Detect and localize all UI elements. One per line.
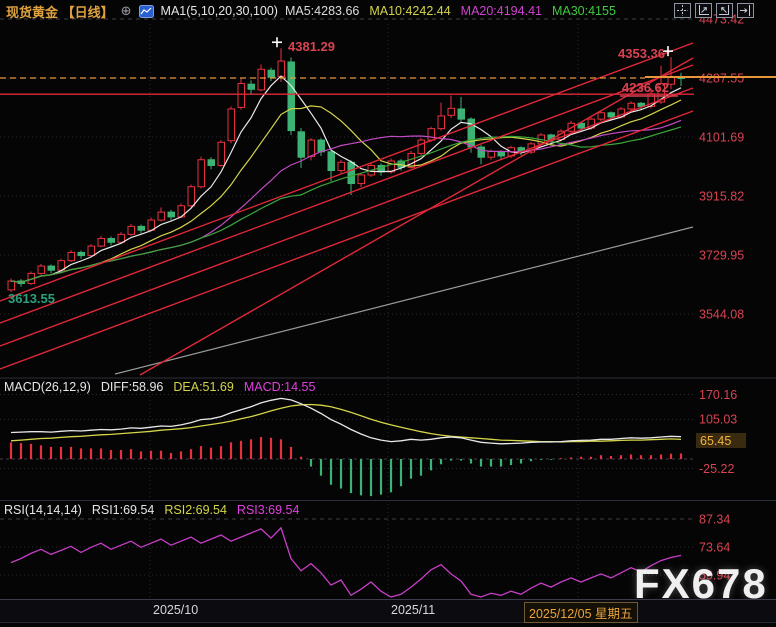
candle-body xyxy=(228,109,235,141)
indicator-value-label: RSI2:69.54 xyxy=(164,503,227,517)
trendline xyxy=(140,58,693,375)
indicator-value-label: RSI1:69.54 xyxy=(92,503,155,517)
candle-body xyxy=(278,61,285,77)
time-axis-current-date: 2025/12/05 星期五 xyxy=(524,602,638,623)
candle-body xyxy=(118,234,125,242)
price-annotation: 4236.62 xyxy=(622,80,669,95)
price-axis-tick: 4287.55 xyxy=(699,72,744,86)
mini-chart-icon xyxy=(139,5,154,18)
candle-body xyxy=(288,62,295,131)
indicator-value-label: MACD:14.55 xyxy=(244,380,316,394)
candle-body xyxy=(498,151,505,155)
instrument-title: 现货黄金 【日线】 xyxy=(6,2,114,21)
candle-body xyxy=(168,212,175,217)
diff-line xyxy=(11,398,681,443)
price-annotation: 4353.36 xyxy=(618,46,665,61)
time-axis-label: 2025/11 xyxy=(391,603,435,617)
candle-body xyxy=(628,103,635,109)
chart-canvas[interactable]: 4473.424287.554101.693915.823729.953544.… xyxy=(0,0,776,627)
candle-body xyxy=(418,140,425,153)
ma-value-label: MA10:4242.44 xyxy=(369,4,450,18)
price-axis-tick: 3915.82 xyxy=(699,189,744,203)
candle-body xyxy=(78,252,85,255)
candle-body xyxy=(38,266,45,273)
rsi-axis-tick: 87.34 xyxy=(699,513,730,527)
candle-body xyxy=(158,212,165,220)
ma-values-legend: MA5:4283.66 MA10:4242.44 MA20:4194.41 MA30:… xyxy=(285,4,626,18)
candle-body xyxy=(208,160,215,166)
chart-app: 现货黄金 【日线】 ⊕ MA1(5,10,20,30,100) MA5:4283… xyxy=(0,0,776,627)
price-axis-tick: 3729.95 xyxy=(699,248,744,262)
rsi-params-label: RSI(14,14,14) xyxy=(4,503,82,517)
price-axis-tick: 4101.69 xyxy=(699,130,744,144)
macd-params-label: MACD(26,12,9) xyxy=(4,380,91,394)
ma-value-label: MA30:4155 xyxy=(552,4,616,18)
ma-value-label: MA5:4283.66 xyxy=(285,4,359,18)
candle-body xyxy=(488,151,495,157)
macd-values: DIFF:58.96 DEA:51.69 MACD:14.55 xyxy=(101,380,326,394)
macd-current-value: 65.45 xyxy=(700,434,731,448)
macd-axis-tick: 105.03 xyxy=(699,413,737,427)
time-axis: 2025/10 2025/11 2025/12/05 星期五 xyxy=(0,599,776,623)
candle-body xyxy=(338,162,345,170)
candle-body xyxy=(268,70,275,77)
candle-body xyxy=(198,160,205,187)
price-annotation: 4381.29 xyxy=(288,39,335,54)
candle-body xyxy=(438,116,445,129)
rsi-values: RSI1:69.54 RSI2:69.54 RSI3:69.54 xyxy=(92,503,310,517)
candle-body xyxy=(448,108,455,115)
candle-body xyxy=(608,113,615,117)
candle-body xyxy=(218,142,225,165)
candle-body xyxy=(428,129,435,140)
candle-body xyxy=(348,162,355,183)
trendline xyxy=(0,43,693,301)
candle-body xyxy=(138,226,145,230)
macd-legend-row: MACD(26,12,9) DIFF:58.96 DEA:51.69 MACD:14.… xyxy=(4,380,335,394)
chart-header: 现货黄金 【日线】 ⊕ MA1(5,10,20,30,100) MA5:4283… xyxy=(0,0,776,22)
indicator-value-label: RSI3:69.54 xyxy=(237,503,300,517)
candle-body xyxy=(458,109,465,119)
price-annotation: 3613.55 xyxy=(8,291,55,306)
candle-body xyxy=(238,84,245,108)
ma100-line xyxy=(115,227,693,374)
candle-body xyxy=(358,175,365,184)
macd-axis-tick: 170.16 xyxy=(699,388,737,402)
candle-body xyxy=(298,132,305,157)
axis-zoom-right-icon[interactable] xyxy=(716,3,733,18)
candle-body xyxy=(88,246,95,256)
candle-body xyxy=(8,281,15,290)
candle-body xyxy=(108,238,115,242)
ma-overlay-label: MA1(5,10,20,30,100) xyxy=(161,4,278,18)
indicator-value-label: DEA:51.69 xyxy=(173,380,233,394)
ma-value-label: MA20:4194.41 xyxy=(461,4,542,18)
candle-body xyxy=(318,140,325,152)
trendline xyxy=(0,65,693,323)
rsi-line xyxy=(11,528,681,597)
candle-body xyxy=(308,140,315,157)
candle-body xyxy=(598,113,605,119)
collapse-panel-icon[interactable] xyxy=(737,3,754,18)
rsi-axis-tick: 73.64 xyxy=(699,541,730,555)
candle-body xyxy=(48,266,55,270)
chart-toolbar xyxy=(674,3,754,18)
candle-body xyxy=(248,84,255,89)
candle-body xyxy=(128,226,135,234)
price-axis-tick: 3544.08 xyxy=(699,307,744,321)
candle-body xyxy=(258,69,265,90)
indicator-value-label: DIFF:58.96 xyxy=(101,380,164,394)
candle-body xyxy=(478,147,485,157)
axis-zoom-left-icon[interactable] xyxy=(695,3,712,18)
macd-axis-tick: -25.22 xyxy=(699,462,734,476)
rsi-legend-row: RSI(14,14,14) RSI1:69.54 RSI2:69.54 RSI3:69… xyxy=(4,503,319,517)
dea-line xyxy=(11,405,681,443)
time-axis-label: 2025/10 xyxy=(153,603,198,617)
candle-body xyxy=(98,238,105,246)
candle-body xyxy=(188,187,195,206)
candle-body xyxy=(328,152,335,171)
candle-body xyxy=(68,252,75,260)
crosshair-tool-icon[interactable] xyxy=(674,3,691,18)
expand-icon[interactable]: ⊕ xyxy=(121,3,132,19)
